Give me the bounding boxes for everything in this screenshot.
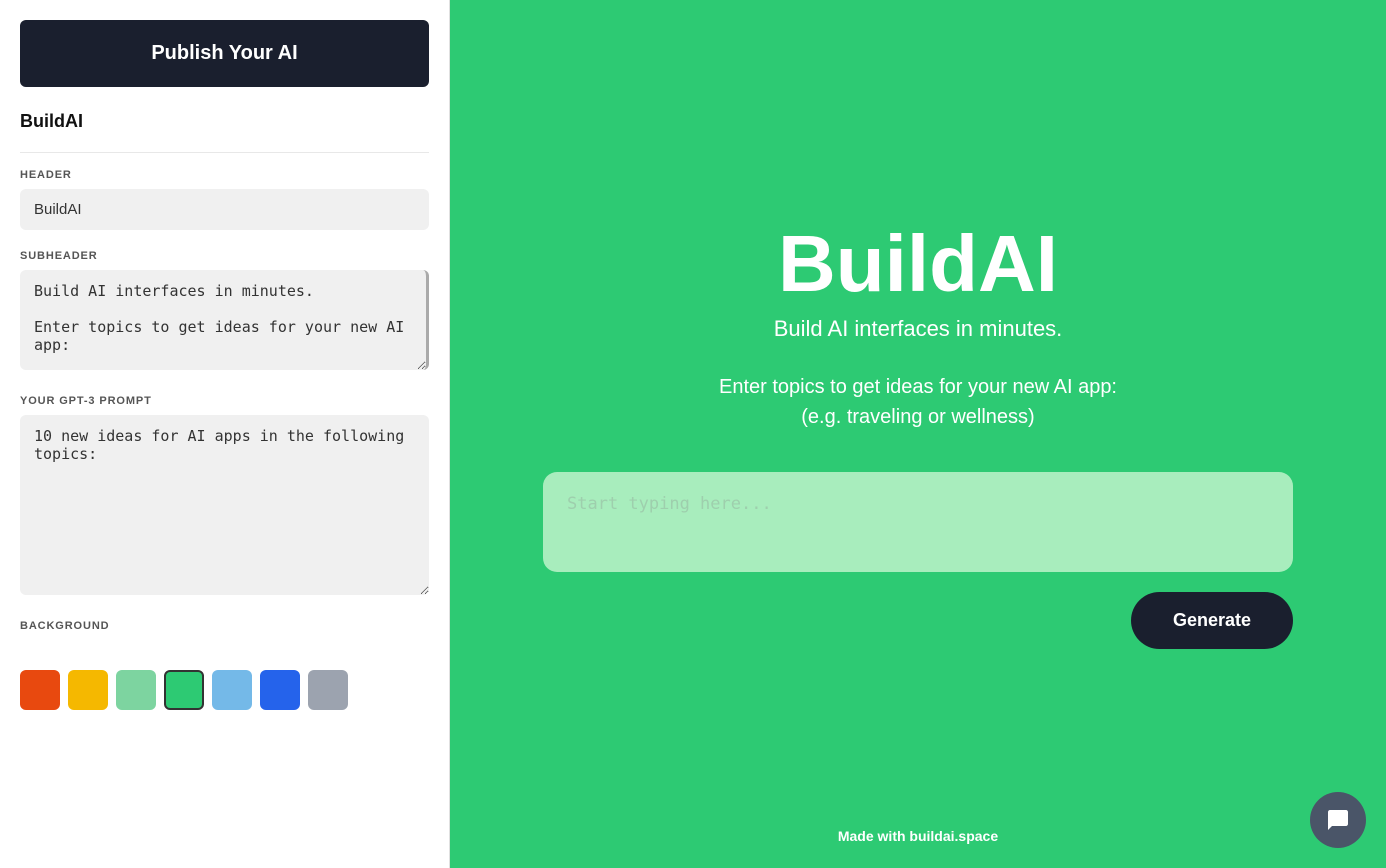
header-section: HEADER: [0, 169, 449, 250]
color-swatch-orange[interactable]: [20, 670, 60, 710]
color-swatch-light-green[interactable]: [116, 670, 156, 710]
app-subtitle: Build AI interfaces in minutes.: [774, 316, 1063, 342]
color-swatch-green[interactable]: [164, 670, 204, 710]
app-name-label: BuildAI: [0, 103, 449, 148]
color-swatch-light-blue[interactable]: [212, 670, 252, 710]
color-swatches-container: [0, 660, 449, 730]
left-panel: Publish Your AI BuildAI HEADER SUBHEADER…: [0, 0, 450, 868]
subheader-section: SUBHEADER Build AI interfaces in minutes…: [0, 250, 449, 395]
color-swatch-yellow[interactable]: [68, 670, 108, 710]
header-input[interactable]: [20, 189, 429, 230]
chat-icon: [1326, 808, 1350, 832]
generate-row: Generate: [543, 592, 1293, 649]
footer-text: Made with buildai.space: [838, 828, 998, 844]
app-description: Enter topics to get ideas for your new A…: [719, 372, 1117, 432]
prompt-section: YOUR GPT-3 PROMPT 10 new ideas for AI ap…: [0, 395, 449, 620]
color-swatch-gray[interactable]: [308, 670, 348, 710]
generate-button[interactable]: Generate: [1131, 592, 1293, 649]
color-swatch-blue[interactable]: [260, 670, 300, 710]
divider-1: [20, 152, 429, 153]
subheader-input[interactable]: Build AI interfaces in minutes. Enter to…: [20, 270, 429, 370]
header-label: HEADER: [20, 169, 429, 181]
background-section: BACKGROUND: [0, 620, 449, 660]
prompt-input[interactable]: 10 new ideas for AI apps in the followin…: [20, 415, 429, 595]
app-title: BuildAI: [778, 220, 1058, 308]
prompt-label: YOUR GPT-3 PROMPT: [20, 395, 429, 407]
chat-bubble-button[interactable]: [1310, 792, 1366, 848]
subheader-label: SUBHEADER: [20, 250, 429, 262]
main-input[interactable]: [543, 472, 1293, 572]
publish-button[interactable]: Publish Your AI: [20, 20, 429, 87]
right-panel: BuildAI Build AI interfaces in minutes. …: [450, 0, 1386, 868]
background-label: BACKGROUND: [20, 620, 429, 632]
